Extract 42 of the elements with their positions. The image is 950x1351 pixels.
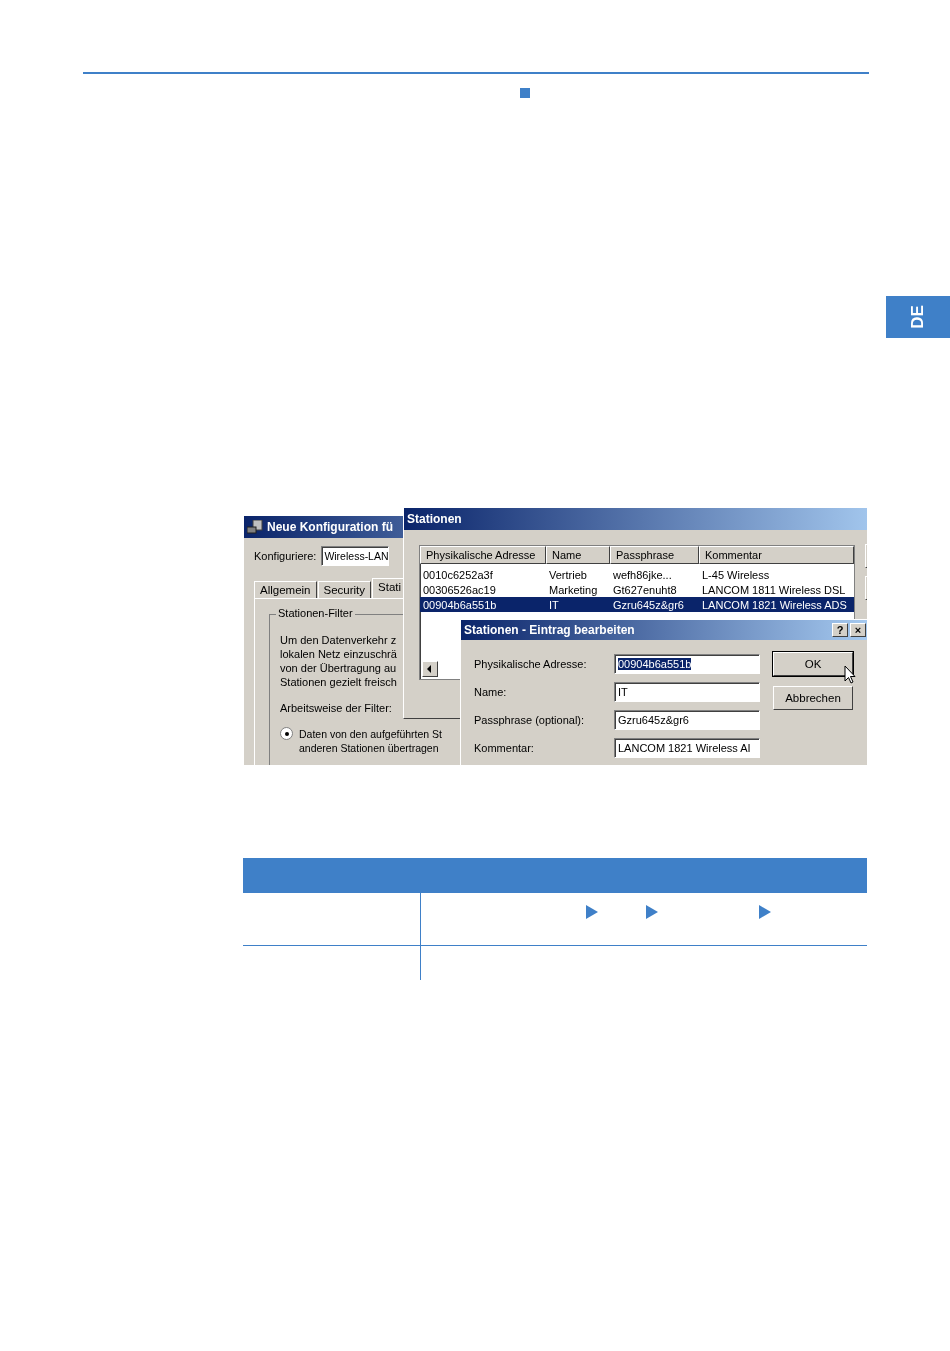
description-text: von der Übertragung au: [280, 661, 397, 675]
configure-field[interactable]: Wireless-LAN: [321, 546, 390, 566]
triangle-icon: [646, 905, 658, 919]
radio-button[interactable]: [280, 727, 293, 740]
tab[interactable]: Allgemein: [254, 581, 317, 598]
square-marker: [520, 88, 530, 98]
column-header[interactable]: Kommentar: [699, 546, 854, 564]
window-title: Neue Konfiguration fü: [267, 520, 393, 534]
triangle-icon: [759, 905, 771, 919]
radio-label: Daten von den aufgeführten St: [299, 727, 443, 741]
configure-label: Konfiguriere:: [254, 550, 317, 562]
list-row[interactable]: 0010c6252a3f Vertrieb wefh86jke... L-45 Wireless: [420, 567, 854, 582]
field-label: Physikalische Adresse:: [474, 658, 588, 670]
list-row[interactable]: 00306526ac19 Marketing Gt627enuht8 LANCOM 1811 Wireless DSL: [420, 582, 854, 597]
help-button[interactable]: ?: [832, 623, 848, 637]
field-label: Passphrase (optional):: [474, 714, 586, 726]
column-header[interactable]: Physikalische Adresse: [420, 546, 546, 564]
dialog-title: Stationen - Eintrag bearbeiten: [464, 623, 635, 637]
input-field[interactable]: 00904b6a551b: [614, 654, 760, 674]
field-label: Kommentar:: [474, 742, 535, 754]
triangle-icon: [586, 905, 598, 919]
input-field[interactable]: LANCOM 1821 Wireless AI: [614, 738, 760, 758]
description-text: Um den Datenverkehr z: [280, 633, 397, 647]
dialog-button[interactable]: OK: [773, 652, 853, 676]
column-header[interactable]: Passphrase: [610, 546, 699, 564]
mode-label: Arbeitsweise der Filter:: [280, 701, 392, 715]
cursor-icon: [844, 665, 856, 685]
radio-label: anderen Stationen übertragen: [299, 741, 439, 755]
close-button[interactable]: ×: [850, 623, 866, 637]
description-text: Stationen gezielt freisch: [280, 675, 397, 689]
column-header[interactable]: Name: [546, 546, 610, 564]
dialog-button[interactable]: Abbrechen: [773, 686, 853, 710]
input-field[interactable]: IT: [614, 682, 760, 702]
window-title: Stationen: [407, 512, 462, 526]
field-label: Name:: [474, 686, 508, 698]
input-field[interactable]: Gzru645z&gr6: [614, 710, 760, 730]
scroll-left-button[interactable]: [422, 661, 438, 677]
tab[interactable]: Security: [317, 581, 372, 598]
description-text: lokalen Netz einzuschrä: [280, 647, 397, 661]
group-title: Stationen-Filter: [276, 607, 355, 619]
computer-icon: [247, 520, 263, 534]
list-row[interactable]: 00904b6a551b IT Gzru645z&gr6 LANCOM 1821 Wireless ADS: [420, 597, 854, 612]
